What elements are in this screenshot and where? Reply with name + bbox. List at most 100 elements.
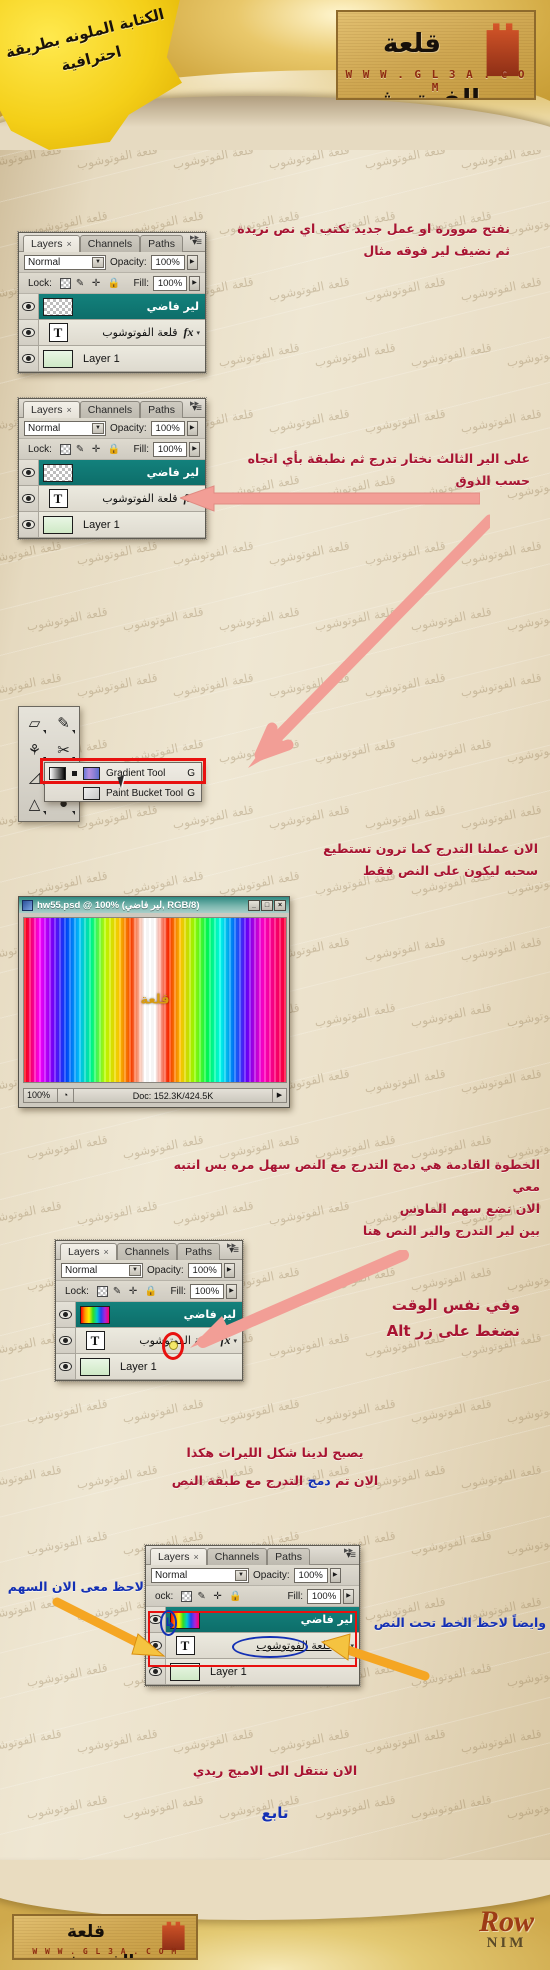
fill-input[interactable]: 100% [153,275,187,291]
layer-visibility-toggle[interactable] [56,1328,76,1353]
panel-menu-icon[interactable]: ▾≡ [192,237,202,248]
layers-panel-merge-step[interactable]: ▸▸ Layers × Channels Paths ▾≡ Normal ▼ Opac… [54,1239,244,1382]
fill-input[interactable]: 100% [153,441,187,457]
clone-stamp-tool-icon[interactable]: ✂ [50,736,77,763]
layer-name[interactable]: Layer 1 [77,353,205,365]
blend-mode-select[interactable]: Normal ▼ [61,1262,143,1278]
opacity-slider-arrow-icon[interactable]: ▶ [186,420,198,436]
table-row[interactable]: لير فاضي [19,460,205,486]
table-row[interactable]: Layer 1 [19,346,205,372]
layer-visibility-toggle[interactable] [19,346,39,371]
opacity-input[interactable]: 100% [150,254,185,270]
layer-name[interactable]: لير فاضي [77,300,205,313]
zoom-level[interactable]: 100% [24,1089,58,1102]
chevron-down-icon[interactable]: ▼ [129,1264,141,1276]
layer-visibility-toggle[interactable] [19,294,39,319]
layer-name[interactable]: لير فاضي [77,466,205,479]
layer-visibility-toggle[interactable] [19,486,39,511]
fill-input[interactable]: 100% [307,1588,341,1604]
layer-name[interactable]: Layer 1 [114,1361,242,1373]
brush-tool-icon[interactable]: ✎ [50,709,77,736]
layer-name[interactable]: قلعة الفوتوشوب [204,1639,337,1652]
tab-layers[interactable]: Layers × [23,235,80,252]
opacity-slider-arrow-icon[interactable]: ▶ [223,1262,235,1278]
opacity-slider-arrow-icon[interactable]: ▶ [186,254,198,270]
blend-mode-select[interactable]: Normal ▼ [151,1567,249,1583]
lock-image-pixels-icon[interactable]: ✎ [76,444,87,455]
layer-effects-expand-icon[interactable]: ▾ [233,1337,242,1345]
layers-panel-initial[interactable]: ▸▸ Layers × Channels Paths ▾≡ Normal ▼ Opac… [17,231,207,374]
layer-effects-expand-icon[interactable]: ▾ [196,329,205,337]
layer-visibility-toggle[interactable] [146,1659,166,1684]
close-button[interactable]: × [274,899,286,911]
chevron-down-icon[interactable]: ▼ [92,422,104,434]
layer-name[interactable]: لير فاضي [114,1308,242,1321]
layer-name[interactable]: Layer 1 [204,1666,359,1678]
layer-effects-expand-icon[interactable]: ▾ [196,495,205,503]
fill-slider-arrow-icon[interactable]: ▶ [189,441,200,457]
layer-effects-icon[interactable]: fx [183,491,196,506]
fill-input[interactable]: 100% [190,1283,224,1299]
blend-mode-select[interactable]: Normal ▼ [24,420,106,436]
maximize-button[interactable]: □ [261,899,273,911]
lock-transparent-pixels-icon[interactable] [96,1285,108,1297]
table-row[interactable]: لير فاضي [56,1302,242,1328]
layer-visibility-toggle[interactable] [146,1633,166,1658]
lock-transparent-pixels-icon[interactable] [59,277,71,289]
layer-name[interactable]: قلعة الفوتوشوب [77,326,183,339]
table-row[interactable]: Layer 1 [146,1659,359,1685]
lock-position-icon[interactable]: ✛ [92,444,103,455]
layer-visibility-toggle[interactable] [146,1607,166,1632]
layer-name[interactable]: Layer 1 [77,519,205,531]
layer-effects-icon[interactable]: fx [337,1638,350,1653]
document-title-bar[interactable]: hw55.psd @ 100% (لير فاضي, RGB/8) _ □ × [19,897,289,913]
lock-transparent-pixels-icon[interactable] [59,443,71,455]
lock-all-icon[interactable]: 🔒 [108,278,120,289]
lock-all-icon[interactable]: 🔒 [108,444,120,455]
table-row[interactable]: Layer 1 [56,1354,242,1380]
lock-position-icon[interactable]: ✛ [92,278,103,289]
tab-channels[interactable]: Channels [79,235,141,252]
layer-effects-icon[interactable]: fx [220,1333,233,1348]
tab-close-icon[interactable]: × [67,239,72,249]
layer-effects-expand-icon[interactable]: ▾ [350,1642,359,1650]
layers-panel-final[interactable]: ▸▸ Layers × Channels Paths ▾≡ Normal ▼ Opac… [144,1544,361,1687]
tab-paths[interactable]: Paths [140,401,184,418]
photoshop-document-window[interactable]: hw55.psd @ 100% (لير فاضي, RGB/8) _ □ × … [18,896,290,1108]
tab-close-icon[interactable]: × [67,405,72,415]
tab-paths[interactable]: Paths [140,235,184,252]
lock-position-icon[interactable]: ✛ [213,1591,224,1602]
panel-menu-icon[interactable]: ▾≡ [346,1550,356,1561]
fill-slider-arrow-icon[interactable]: ▶ [226,1283,237,1299]
opacity-slider-arrow-icon[interactable]: ▶ [329,1567,341,1583]
opacity-input[interactable]: 100% [187,1262,222,1278]
tab-channels[interactable]: Channels [116,1243,178,1260]
status-expand-arrow-icon[interactable]: ▶ [272,1089,286,1102]
table-row[interactable]: Layer 1 [19,512,205,538]
layers-panel-gradient-step[interactable]: ▸▸ Layers × Channels Paths ▾≡ Normal ▼ Opac… [17,397,207,540]
fill-slider-arrow-icon[interactable]: ▶ [343,1588,354,1604]
table-row[interactable]: T قلعة الفوتوشوب fx ▾ [19,486,205,512]
tab-layers[interactable]: Layers × [60,1243,117,1260]
tab-layers[interactable]: Layers × [23,401,80,418]
tab-close-icon[interactable]: × [194,1552,199,1562]
layer-visibility-toggle[interactable] [19,320,39,345]
lock-all-icon[interactable]: 🔒 [145,1286,157,1297]
layer-visibility-toggle[interactable] [19,512,39,537]
tab-paths[interactable]: Paths [177,1243,221,1260]
layer-name[interactable]: قلعة الفوتوشوب [77,492,183,505]
healing-brush-tool-icon[interactable]: ⚘ [21,736,48,763]
layer-visibility-toggle[interactable] [19,460,39,485]
layer-effects-icon[interactable]: fx [183,325,196,340]
table-row[interactable]: T قلعة الفوتوشوب fx ▾ [146,1633,359,1659]
lock-transparent-pixels-icon[interactable] [181,1590,193,1602]
layer-visibility-toggle[interactable] [56,1302,76,1327]
lock-all-icon[interactable]: 🔒 [229,1591,241,1602]
minimize-button[interactable]: _ [248,899,260,911]
tab-layers[interactable]: Layers × [150,1548,207,1565]
fill-slider-arrow-icon[interactable]: ▶ [189,275,200,291]
blend-mode-select[interactable]: Normal ▼ [24,254,106,270]
table-row[interactable]: لير فاضي [19,294,205,320]
layer-visibility-toggle[interactable] [56,1354,76,1379]
table-row[interactable]: لير فاضي [146,1607,359,1633]
